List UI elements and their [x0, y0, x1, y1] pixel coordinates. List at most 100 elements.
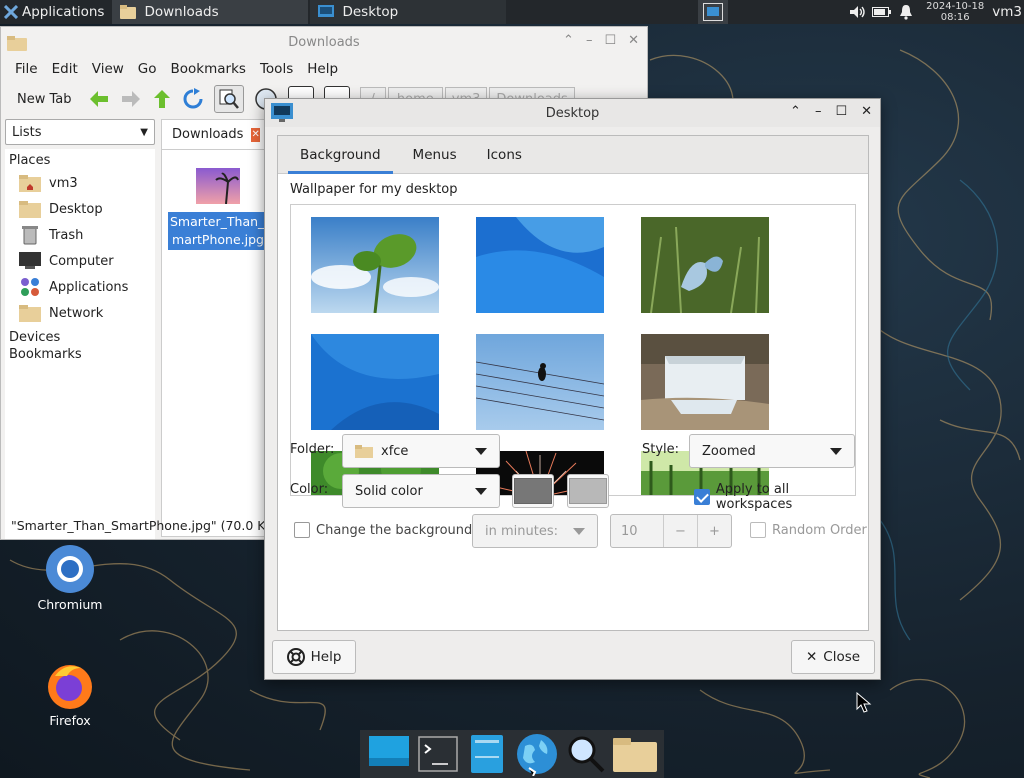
folder-select[interactable]: xfce [342, 434, 500, 468]
close-icon[interactable]: ✕ [861, 104, 872, 119]
applications-menu-button[interactable]: Applications [0, 0, 110, 24]
places-header[interactable]: Places [5, 149, 155, 170]
reload-icon[interactable] [182, 88, 204, 110]
side-pane-mode-select[interactable]: Lists ▼ [5, 119, 155, 145]
applications-icon [21, 278, 39, 296]
dialog-titlebar[interactable]: Desktop ⌃ – ☐ ✕ [265, 99, 880, 127]
tab-close-icon[interactable]: ✕ [251, 127, 260, 142]
dock-item-web-browser[interactable] [515, 732, 559, 776]
clock[interactable]: 2024-10-18 08:16 [918, 1, 992, 23]
maximize-up-icon[interactable]: ⌃ [563, 33, 574, 48]
forward-arrow-icon[interactable] [120, 89, 142, 109]
maximize-icon[interactable]: ☐ [604, 33, 616, 48]
desktop-icon-label: Chromium [37, 597, 103, 612]
decrement-icon[interactable]: − [663, 515, 697, 547]
maximize-icon[interactable]: ☐ [835, 104, 847, 119]
up-arrow-icon[interactable] [152, 88, 172, 110]
interval-unit-value: in minutes: [485, 523, 558, 539]
status-bar: "Smarter_Than_SmartPhone.jpg" (70.0 KiB) [11, 518, 283, 533]
dock-item-app-finder[interactable] [564, 732, 608, 776]
tab-background[interactable]: Background [288, 136, 393, 174]
wallpaper-thumbnail[interactable] [476, 217, 604, 313]
notification-bell-icon[interactable] [896, 2, 916, 22]
help-button[interactable]: Help [272, 640, 356, 674]
workspace-switcher[interactable] [698, 0, 728, 24]
wallpaper-thumbnail[interactable] [311, 217, 439, 314]
dock-item-show-desktop[interactable] [367, 732, 411, 776]
user-name[interactable]: vm3 [992, 4, 1024, 20]
battery-icon[interactable] [872, 2, 892, 22]
wallpaper-label: Wallpaper for my desktop [290, 182, 458, 197]
minimize-icon[interactable]: – [586, 33, 593, 48]
close-icon[interactable]: ✕ [628, 33, 639, 48]
wallpaper-thumbnail[interactable] [475, 334, 605, 430]
wallpaper-thumbnail[interactable] [641, 217, 769, 314]
file-item[interactable]: Smarter_Than_S martPhone.jpg [168, 168, 272, 250]
interval-spinbutton[interactable]: 10 − + [610, 514, 732, 548]
interval-unit-select[interactable]: in minutes: [472, 514, 598, 548]
style-label: Style: [642, 442, 680, 457]
window-titlebar[interactable]: Downloads ⌃ – ☐ ✕ [1, 27, 647, 57]
color-1-button[interactable] [512, 474, 554, 508]
tab-icons[interactable]: Icons [475, 136, 534, 173]
menu-view[interactable]: View [92, 61, 124, 77]
new-tab-button[interactable]: New Tab [11, 92, 78, 107]
menu-file[interactable]: File [15, 61, 38, 77]
tab-downloads[interactable]: Downloads ✕ [161, 119, 271, 149]
clock-time: 08:16 [940, 12, 970, 23]
sidebar-item-desktop[interactable]: Desktop [5, 196, 155, 222]
wallpaper-thumbnail[interactable] [641, 334, 769, 430]
bookmarks-header[interactable]: Bookmarks [5, 347, 155, 364]
menubar: File Edit View Go Bookmarks Tools Help [1, 57, 647, 81]
random-order-checkbox[interactable]: Random Order [750, 522, 867, 538]
show-desktop-icon [368, 736, 409, 766]
help-lifebuoy-icon [286, 648, 305, 666]
dock-item-home-folder[interactable] [613, 732, 658, 776]
desktop-settings-icon [271, 103, 293, 122]
sidebar-item-label: Applications [49, 279, 129, 295]
back-arrow-icon[interactable] [88, 89, 110, 109]
menu-bookmarks[interactable]: Bookmarks [171, 61, 246, 77]
checkbox-checked[interactable] [694, 489, 710, 505]
style-select[interactable]: Zoomed [689, 434, 855, 468]
apply-all-workspaces-checkbox[interactable]: Apply to all workspaces [694, 482, 868, 512]
menu-help[interactable]: Help [307, 61, 338, 77]
sidebar-item-trash[interactable]: Trash [5, 222, 155, 248]
close-button[interactable]: ✕ Close [791, 640, 875, 674]
sidebar-item-network[interactable]: Network [5, 300, 155, 326]
desktop-icon-chromium[interactable]: Chromium [30, 544, 110, 612]
checkbox-unchecked[interactable] [750, 522, 766, 538]
color-style-select[interactable]: Solid color [342, 474, 500, 508]
sidebar-item-label: Desktop [49, 201, 103, 217]
menu-go[interactable]: Go [138, 61, 157, 77]
xfce-logo-icon [4, 5, 18, 19]
wallpaper-thumbnail[interactable] [311, 334, 439, 430]
increment-icon[interactable]: + [697, 515, 731, 547]
sidebar-item-vm3[interactable]: vm3 [5, 170, 155, 196]
maximize-up-icon[interactable]: ⌃ [790, 104, 801, 119]
dock-item-terminal[interactable] [416, 732, 460, 776]
change-background-checkbox[interactable]: Change the background [294, 522, 472, 538]
mouse-cursor-icon [856, 692, 872, 713]
search-button[interactable] [213, 85, 244, 113]
dock-item-file-manager-panel[interactable] [465, 732, 509, 776]
devices-header[interactable]: Devices [5, 326, 155, 347]
sidebar-item-applications[interactable]: Applications [5, 274, 155, 300]
volume-icon[interactable] [848, 2, 868, 22]
menu-tools[interactable]: Tools [260, 61, 293, 77]
menu-edit[interactable]: Edit [52, 61, 78, 77]
firefox-icon [48, 665, 92, 709]
checkbox-unchecked[interactable] [294, 522, 310, 538]
desktop-icon-label: Firefox [49, 713, 91, 728]
sidebar-item-computer[interactable]: Computer [5, 248, 155, 274]
chromium-icon [46, 545, 94, 593]
tab-menus[interactable]: Menus [401, 136, 469, 173]
taskbar-item-desktop[interactable]: Desktop [310, 0, 507, 24]
file-name-line: martPhone.jpg [172, 232, 264, 247]
sidebar-item-label: vm3 [49, 175, 78, 191]
taskbar-item-downloads[interactable]: Downloads [112, 0, 309, 24]
folder-icon [7, 36, 27, 51]
desktop-icon-firefox[interactable]: Firefox [30, 660, 110, 728]
minimize-icon[interactable]: – [815, 104, 822, 119]
color-2-button[interactable] [567, 474, 609, 508]
